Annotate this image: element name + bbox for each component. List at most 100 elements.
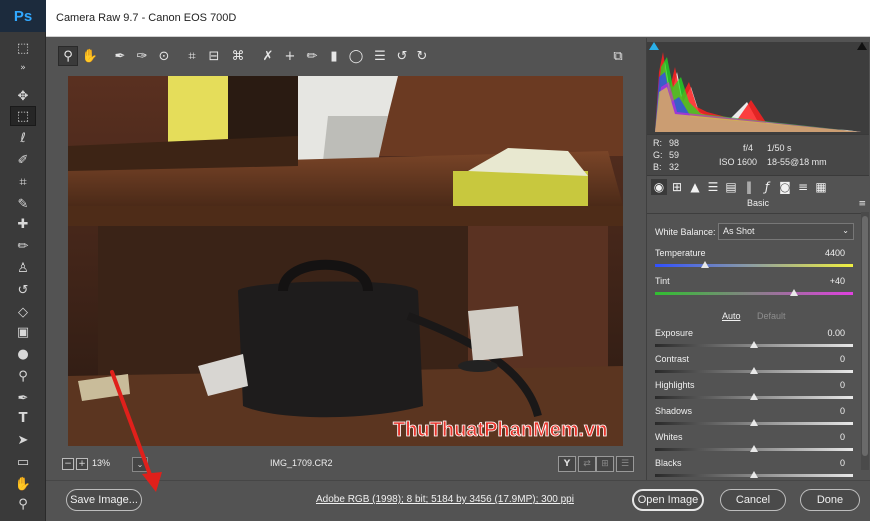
fullscreen-toggle-icon[interactable]: ⧉ bbox=[608, 46, 628, 66]
slider-whites[interactable]: Whites 0 bbox=[655, 432, 853, 458]
r-value: 98 bbox=[669, 138, 680, 148]
eraser-tool-icon[interactable]: ◇ bbox=[10, 302, 36, 322]
camera-calibration-tab-icon[interactable]: ◙ bbox=[777, 179, 793, 195]
zoom-tool-icon[interactable]: ⚲ bbox=[58, 46, 78, 66]
slider-track[interactable] bbox=[655, 292, 853, 295]
basic-tab-icon[interactable]: ◉ bbox=[651, 179, 667, 195]
crop-tool-icon[interactable]: ⌗ bbox=[10, 172, 36, 192]
dodge-tool-icon[interactable]: ⚲ bbox=[10, 366, 36, 386]
copy-settings-icon[interactable]: ⊞ bbox=[596, 456, 614, 472]
panel-menu-icon[interactable]: ≡ bbox=[858, 199, 866, 209]
targeted-adjustment-tool-icon[interactable]: ⊙ bbox=[154, 46, 174, 66]
slider-thumb[interactable] bbox=[789, 289, 798, 296]
crop-tool-icon[interactable]: ⌗ bbox=[182, 46, 202, 66]
rotate-cw-icon[interactable]: ↻ bbox=[412, 46, 432, 66]
split-toning-tab-icon[interactable]: ▤ bbox=[723, 179, 739, 195]
rect-marquee-tool-icon[interactable]: ⬚ bbox=[10, 106, 36, 126]
panel-scrollbar[interactable] bbox=[861, 212, 869, 470]
slider-thumb[interactable] bbox=[750, 419, 758, 426]
highlight-clipping-icon[interactable] bbox=[857, 42, 867, 50]
slider-thumb[interactable] bbox=[750, 367, 758, 374]
auto-link[interactable]: Auto bbox=[722, 311, 741, 321]
lens-corrections-tab-icon[interactable]: ‖ bbox=[741, 179, 757, 195]
expand-icon[interactable]: » bbox=[10, 58, 36, 78]
b-label: B: bbox=[653, 162, 662, 172]
marquee-tool-icon[interactable]: ⬚ bbox=[10, 38, 36, 58]
snapshots-tab-icon[interactable]: ▦ bbox=[813, 179, 829, 195]
slider-shadows[interactable]: Shadows 0 bbox=[655, 406, 853, 432]
slider-thumb[interactable] bbox=[750, 471, 758, 478]
eyedropper-tool-icon[interactable]: ✎ bbox=[10, 194, 36, 214]
preferences-icon[interactable]: ☰ bbox=[370, 46, 390, 66]
path-select-tool-icon[interactable]: ➤ bbox=[10, 430, 36, 450]
quick-select-tool-icon[interactable]: ✐ bbox=[10, 150, 36, 170]
graduated-filter-icon[interactable]: ▮ bbox=[324, 46, 344, 66]
transform-tool-icon[interactable]: ⌘ bbox=[228, 46, 248, 66]
done-button[interactable]: Done bbox=[800, 489, 860, 511]
default-link[interactable]: Default bbox=[757, 311, 786, 321]
effects-tab-icon[interactable]: ƒ bbox=[759, 179, 775, 195]
presets-tab-icon[interactable]: ≡ bbox=[795, 179, 811, 195]
slider-label: Contrast bbox=[655, 354, 690, 364]
scrollbar-thumb[interactable] bbox=[862, 216, 868, 456]
slider-thumb[interactable] bbox=[750, 341, 758, 348]
toggle-settings-icon[interactable]: ☰ bbox=[616, 456, 634, 472]
slider-exposure[interactable]: Exposure 0.00 bbox=[655, 328, 853, 354]
zoom-out-button[interactable]: − bbox=[62, 458, 74, 470]
zoom-in-button[interactable]: + bbox=[76, 458, 88, 470]
shadow-clipping-icon[interactable] bbox=[649, 42, 659, 50]
slider-blacks[interactable]: Blacks 0 bbox=[655, 458, 853, 484]
tone-curve-tab-icon[interactable]: ⊞ bbox=[669, 179, 685, 195]
slider-thumb[interactable] bbox=[700, 261, 709, 268]
slider-thumb[interactable] bbox=[750, 445, 758, 452]
color-sampler-tool-icon[interactable]: ✑ bbox=[132, 46, 152, 66]
red-eye-tool-icon[interactable]: + bbox=[280, 46, 300, 66]
brush-tool-icon[interactable]: ✏ bbox=[10, 236, 36, 256]
slider-contrast[interactable]: Contrast 0 bbox=[655, 354, 853, 380]
workflow-options-link[interactable]: Adobe RGB (1998); 8 bit; 5184 by 3456 (1… bbox=[316, 494, 574, 505]
cancel-button[interactable]: Cancel bbox=[720, 489, 786, 511]
blur-tool-icon[interactable]: ● bbox=[10, 344, 36, 364]
slider-label: Whites bbox=[655, 432, 683, 442]
history-brush-tool-icon[interactable]: ↺ bbox=[10, 280, 36, 300]
hand-tool-icon[interactable]: ✋ bbox=[10, 474, 36, 494]
white-balance-select[interactable]: As Shot ⌄ bbox=[718, 223, 854, 240]
slider-highlights[interactable]: Highlights 0 bbox=[655, 380, 853, 406]
lasso-tool-icon[interactable]: ℓ bbox=[10, 128, 36, 148]
open-image-button[interactable]: Open Image bbox=[632, 489, 704, 511]
rectangle-tool-icon[interactable]: ▭ bbox=[10, 452, 36, 472]
rotate-ccw-icon[interactable]: ↺ bbox=[392, 46, 412, 66]
slider-value[interactable]: +40 bbox=[805, 276, 845, 286]
slider-value[interactable]: 0 bbox=[805, 354, 845, 364]
swap-settings-icon[interactable]: ⇄ bbox=[578, 456, 596, 472]
before-after-button[interactable]: Y bbox=[558, 456, 576, 472]
slider-value[interactable]: 0 bbox=[805, 380, 845, 390]
pen-tool-icon[interactable]: ✒ bbox=[10, 388, 36, 408]
hand-tool-icon[interactable]: ✋ bbox=[80, 46, 100, 66]
slider-temperature[interactable]: Temperature 4400 bbox=[655, 248, 853, 274]
clone-stamp-tool-icon[interactable]: ♙ bbox=[10, 258, 36, 278]
type-tool-icon[interactable]: T bbox=[10, 408, 36, 428]
move-tool-icon[interactable]: ✥ bbox=[10, 86, 36, 106]
shutter-speed: 1/50 s bbox=[767, 143, 792, 153]
gradient-tool-icon[interactable]: ▣ bbox=[10, 322, 36, 342]
slider-value[interactable]: 0 bbox=[805, 432, 845, 442]
zoom-tool-icon[interactable]: ⚲ bbox=[10, 494, 36, 514]
radial-filter-icon[interactable]: ◯ bbox=[346, 46, 366, 66]
slider-label: Shadows bbox=[655, 406, 693, 416]
slider-value[interactable]: 4400 bbox=[805, 248, 845, 258]
detail-tab-icon[interactable]: ▲ bbox=[687, 179, 703, 195]
slider-track[interactable] bbox=[655, 264, 853, 267]
slider-value[interactable]: 0.00 bbox=[805, 328, 845, 338]
straighten-tool-icon[interactable]: ⊟ bbox=[204, 46, 224, 66]
spot-removal-tool-icon[interactable]: ✗ bbox=[258, 46, 278, 66]
slider-value[interactable]: 0 bbox=[805, 406, 845, 416]
hsl-tab-icon[interactable]: ☰ bbox=[705, 179, 721, 195]
adjustment-brush-icon[interactable]: ✏ bbox=[302, 46, 322, 66]
r-label: R: bbox=[653, 138, 662, 148]
slider-value[interactable]: 0 bbox=[805, 458, 845, 468]
healing-brush-tool-icon[interactable]: ✚ bbox=[10, 214, 36, 234]
slider-tint[interactable]: Tint +40 bbox=[655, 276, 853, 302]
white-balance-tool-icon[interactable]: ✒ bbox=[110, 46, 130, 66]
slider-thumb[interactable] bbox=[750, 393, 758, 400]
